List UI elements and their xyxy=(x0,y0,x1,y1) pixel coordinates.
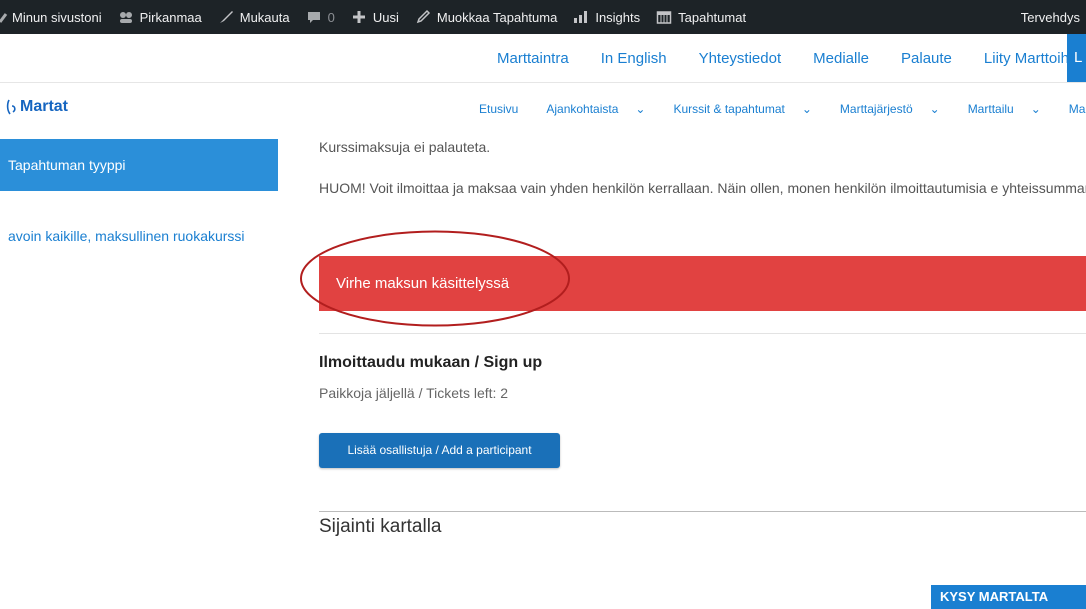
menu-marttakoulu[interactable]: Marttakoulu xyxy=(1069,102,1086,116)
menu-etusivu-label: Etusivu xyxy=(479,102,519,116)
admin-events-label: Tapahtumat xyxy=(678,9,747,25)
site-logo[interactable]: Martat xyxy=(6,98,68,116)
signup-title: Ilmoittaudu mukaan / Sign up xyxy=(319,354,543,371)
multisite-icon xyxy=(118,9,134,25)
admin-edit-event[interactable]: Muokkaa Tapahtuma xyxy=(407,0,565,34)
admin-bar: Minun sivustoni Pirkanmaa Mukauta 0 Uusi… xyxy=(0,0,1086,34)
sidebar-event-type[interactable]: avoin kaikille, maksullinen ruokakurssi xyxy=(8,228,245,244)
utility-nav: Marttaintra In English Yhteystiedot Medi… xyxy=(0,34,1086,83)
chart-icon xyxy=(573,9,589,25)
dashboard-icon xyxy=(0,9,8,25)
menu-kurssit-tapahtumat[interactable]: Kurssit & tapahtumat ⌄ xyxy=(673,102,825,116)
menu-ajankohtaista-label: Ajankohtaista xyxy=(546,102,619,116)
nav-link-palaute[interactable]: Palaute xyxy=(901,50,952,67)
chevron-down-icon: ⌄ xyxy=(929,102,940,116)
main-nav: Martat Etusivu Ajankohtaista ⌄ Kurssit & … xyxy=(0,83,1086,135)
menu-etusivu[interactable]: Etusivu xyxy=(479,102,532,116)
admin-events[interactable]: Tapahtumat xyxy=(648,0,754,34)
ask-martta-button[interactable]: KYSY MARTALTA xyxy=(931,585,1086,609)
chevron-down-icon: ⌄ xyxy=(801,102,812,116)
menu-marttajarjesto[interactable]: Marttajärjestö ⌄ xyxy=(840,102,954,116)
map-section-title: Sijainti kartalla xyxy=(319,516,442,537)
admin-network-menu[interactable]: Pirkanmaa xyxy=(110,0,210,34)
admin-network-label: Pirkanmaa xyxy=(139,9,202,25)
admin-site-label: Minun sivustoni xyxy=(12,9,102,25)
divider xyxy=(319,511,1086,512)
nav-link-medialle[interactable]: Medialle xyxy=(813,50,869,67)
annotation-circle xyxy=(300,230,570,327)
refund-note: Kurssimaksuja ei palauteta. xyxy=(319,139,491,155)
notice-text: HUOM! Voit ilmoittaa ja maksaa vain yhde… xyxy=(319,180,1086,196)
nav-link-marttaintra[interactable]: Marttaintra xyxy=(497,50,569,67)
menu-marttailu-label: Marttailu xyxy=(967,102,1014,116)
sidebar-heading: Tapahtuman tyyppi xyxy=(0,139,278,191)
admin-insights-label: Insights xyxy=(595,9,641,25)
admin-new-label: Uusi xyxy=(372,9,399,25)
logo-text: Martat xyxy=(20,98,69,115)
plus-icon xyxy=(351,9,367,25)
admin-greeting: Tervehdys xyxy=(1020,9,1080,25)
admin-account[interactable]: Tervehdys xyxy=(1021,0,1086,34)
comment-icon xyxy=(306,9,322,25)
menu-ajankohtaista[interactable]: Ajankohtaista ⌄ xyxy=(546,102,659,116)
admin-customize[interactable]: Mukauta xyxy=(210,0,298,34)
add-participant-button[interactable]: Lisää osallistuja / Add a participant xyxy=(319,433,560,468)
nav-link-yhteystiedot[interactable]: Yhteystiedot xyxy=(699,50,782,67)
menu-kurssit-label: Kurssit & tapahtumat xyxy=(673,102,785,116)
admin-comments-count: 0 xyxy=(327,9,335,25)
admin-insights[interactable]: Insights xyxy=(565,0,648,34)
brush-icon xyxy=(218,9,234,25)
chevron-down-icon: ⌄ xyxy=(1030,102,1041,116)
nav-link-in-english[interactable]: In English xyxy=(601,50,667,67)
menu-marttakoulu-label: Marttakoulu xyxy=(1068,102,1086,116)
divider xyxy=(319,333,1086,334)
calendar-icon xyxy=(656,9,672,25)
admin-customize-label: Mukauta xyxy=(239,9,290,25)
menu-marttailu[interactable]: Marttailu ⌄ xyxy=(968,102,1055,116)
admin-comments[interactable]: 0 xyxy=(298,0,343,34)
menu-marttajarjesto-label: Marttajärjestö xyxy=(839,102,913,116)
admin-edit-event-label: Muokkaa Tapahtuma xyxy=(436,9,558,25)
admin-site-menu[interactable]: Minun sivustoni xyxy=(0,0,110,34)
chevron-down-icon: ⌄ xyxy=(635,102,646,116)
logo-mark-icon xyxy=(6,99,16,115)
tickets-left: Paikkoja jäljellä / Tickets left: 2 xyxy=(319,385,509,401)
admin-new[interactable]: Uusi xyxy=(343,0,407,34)
nav-highlight-tab[interactable]: L xyxy=(1067,34,1086,82)
edit-icon xyxy=(415,9,431,25)
